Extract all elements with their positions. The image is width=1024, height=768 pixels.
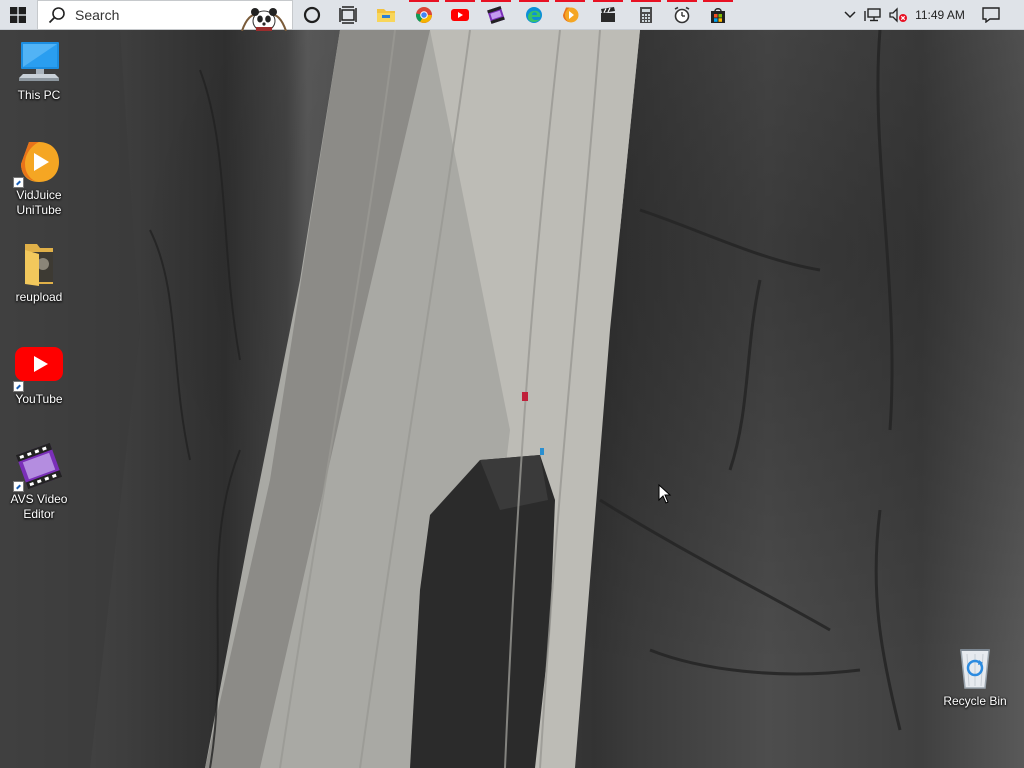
start-button[interactable] [0, 0, 36, 30]
shortcut-arrow-icon [13, 481, 24, 492]
youtube-taskbar-button[interactable] [442, 0, 478, 30]
alarms-clock-icon [674, 6, 690, 24]
alarms-clock-button[interactable] [664, 0, 700, 30]
taskbar: Search 11:49 AM [0, 0, 1024, 31]
task-view-icon [339, 6, 357, 24]
folder-icon [15, 240, 63, 288]
search-icon [48, 7, 65, 24]
desktop-icon-label: VidJuice UniTube [16, 188, 62, 217]
clock[interactable]: 11:49 AM [912, 0, 968, 30]
cortana-button[interactable] [294, 0, 330, 30]
avs-video-editor-taskbar-button[interactable] [478, 0, 514, 30]
rock-wall-wallpaper [0, 30, 902, 768]
edge-icon [526, 7, 542, 23]
windows-logo-icon [10, 7, 26, 23]
show-hidden-icons-button[interactable] [840, 0, 860, 30]
desktop-icon-label: YouTube [15, 392, 63, 406]
clapper-taskbar-button[interactable] [590, 0, 626, 30]
this-pc-icon [15, 38, 63, 86]
chrome-button[interactable] [406, 0, 442, 30]
desktop-icon-label: Recycle Bin [943, 694, 1007, 708]
network-icon [864, 8, 881, 22]
file-explorer-icon [377, 9, 395, 22]
vidjuice-taskbar-button[interactable] [552, 0, 588, 30]
desktop-icon-recycle-bin[interactable]: Recycle Bin [937, 644, 1013, 709]
mouse-cursor-icon [658, 484, 672, 504]
desktop-background[interactable] [0, 30, 1024, 768]
desktop-icon-label: AVS Video Editor [10, 492, 68, 521]
calculator-button[interactable] [628, 0, 664, 30]
shortcut-arrow-icon [13, 381, 24, 392]
clapper-icon [601, 7, 615, 22]
recycle-bin-icon [951, 644, 999, 692]
desktop-icon-vidjuice[interactable]: VidJuice UniTube [1, 138, 77, 218]
vidjuice-icon [563, 7, 579, 23]
desktop-icon-label: reupload [15, 290, 63, 304]
volume-button[interactable] [886, 0, 910, 30]
search-placeholder: Search [75, 7, 120, 23]
avs-video-editor-icon [13, 442, 63, 492]
calculator-icon [640, 7, 652, 23]
search-box[interactable]: Search [37, 0, 293, 31]
youtube-icon [451, 9, 469, 21]
shortcut-arrow-icon [13, 177, 24, 188]
cortana-icon [303, 6, 321, 24]
store-button[interactable] [700, 0, 736, 30]
chevron-down-icon [844, 11, 856, 19]
avs-video-editor-icon [487, 6, 505, 24]
desktop-icon-avs-video-editor[interactable]: AVS Video Editor [1, 442, 77, 522]
speaker-muted-icon [889, 7, 907, 23]
chrome-icon [415, 7, 432, 23]
network-button[interactable] [862, 0, 884, 30]
search-highlight-panda-icon [241, 8, 287, 31]
task-view-button[interactable] [330, 0, 366, 30]
edge-button[interactable] [516, 0, 552, 30]
desktop-icon-this-pc[interactable]: This PC [1, 38, 77, 103]
desktop-icon-label: This PC [17, 88, 61, 102]
store-icon [711, 8, 725, 23]
youtube-icon [13, 342, 63, 392]
notification-icon [982, 7, 1000, 23]
desktop-icon-reupload[interactable]: reupload [1, 240, 77, 305]
vidjuice-unitube-icon [13, 138, 63, 188]
file-explorer-button[interactable] [368, 0, 404, 30]
action-center-button[interactable] [976, 0, 1006, 30]
desktop-icon-youtube[interactable]: YouTube [1, 342, 77, 407]
